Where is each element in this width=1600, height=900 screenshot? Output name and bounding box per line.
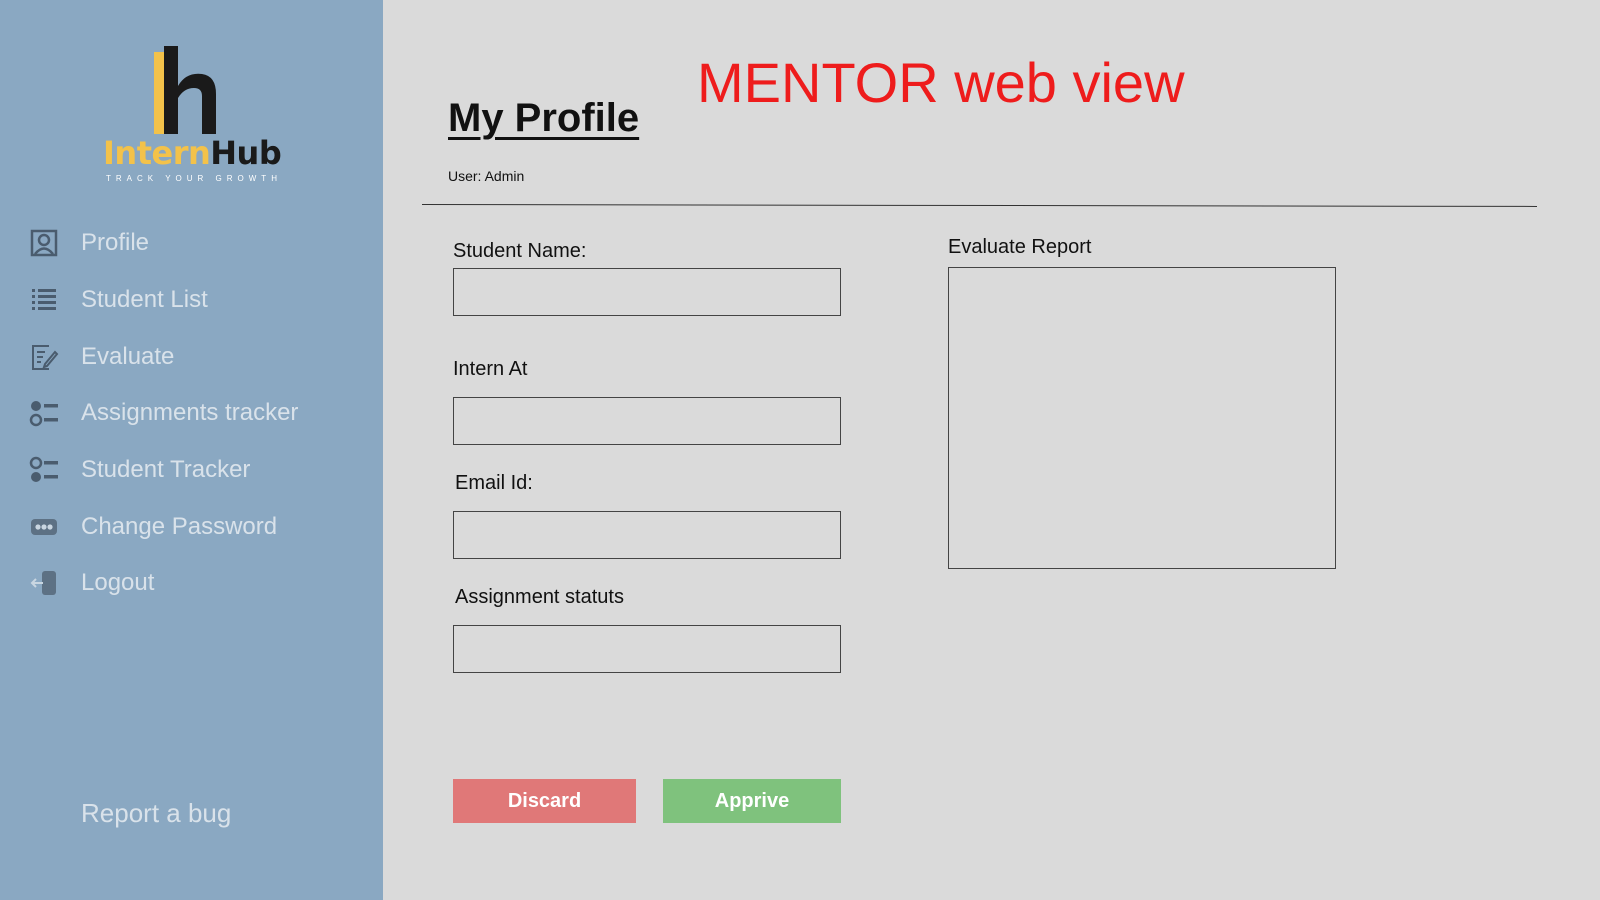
intern-at-input[interactable] (453, 397, 841, 445)
approve-button[interactable]: Apprive (663, 779, 841, 823)
sidebar-nav: Profile Student List Evaluate Assignment… (0, 215, 383, 612)
discard-button[interactable]: Discard (453, 779, 636, 823)
sidebar-item-label: Profile (81, 229, 150, 257)
intern-at-label: Intern At (453, 358, 528, 380)
view-label: MENTOR web view (697, 51, 1185, 114)
page-title: My Profile (448, 96, 640, 140)
internhub-logo: InternHub TRACK YOUR GROWTH (100, 46, 290, 186)
sidebar-item-student-tracker[interactable]: Student Tracker (0, 442, 383, 499)
profile-icon (28, 227, 60, 259)
list-icon (28, 284, 60, 316)
email-input[interactable] (453, 511, 841, 559)
password-icon (28, 511, 60, 543)
tracker-icon (28, 397, 60, 429)
student-name-input[interactable] (453, 268, 841, 316)
sidebar-item-label: Assignments tracker (81, 399, 299, 427)
evaluate-icon (28, 341, 60, 373)
sidebar-item-logout[interactable]: Logout (0, 555, 383, 612)
sidebar-item-profile[interactable]: Profile (0, 215, 383, 272)
report-bug-link[interactable]: Report a bug (81, 798, 231, 829)
sidebar-item-label: Logout (81, 569, 155, 597)
logout-icon (28, 567, 60, 599)
sidebar-item-evaluate[interactable]: Evaluate (0, 328, 383, 385)
email-label: Email Id: (455, 472, 533, 494)
sidebar-item-label: Change Password (81, 512, 278, 540)
logo-h-mark-icon (154, 46, 216, 134)
evaluate-report-textarea[interactable] (948, 267, 1336, 569)
sidebar-item-assignments-tracker[interactable]: Assignments tracker (0, 385, 383, 442)
logo-tagline: TRACK YOUR GROWTH (106, 174, 282, 183)
sidebar: InternHub TRACK YOUR GROWTH Profile Stud… (0, 0, 383, 900)
sidebar-item-label: Evaluate (81, 342, 175, 370)
header-divider (421, 204, 1537, 207)
assignment-status-input[interactable] (453, 625, 841, 673)
assignment-status-label: Assignment statuts (455, 586, 624, 608)
sidebar-item-change-password[interactable]: Change Password (0, 498, 383, 555)
sidebar-item-student-list[interactable]: Student List (0, 272, 383, 329)
user-label: User: Admin (448, 168, 525, 184)
student-name-label: Student Name: (453, 240, 587, 262)
logo-wordmark: InternHub (103, 134, 282, 172)
tracker-icon (28, 454, 60, 486)
evaluate-report-label: Evaluate Report (948, 236, 1092, 258)
sidebar-item-label: Student Tracker (81, 456, 251, 484)
sidebar-item-label: Student List (81, 286, 208, 314)
